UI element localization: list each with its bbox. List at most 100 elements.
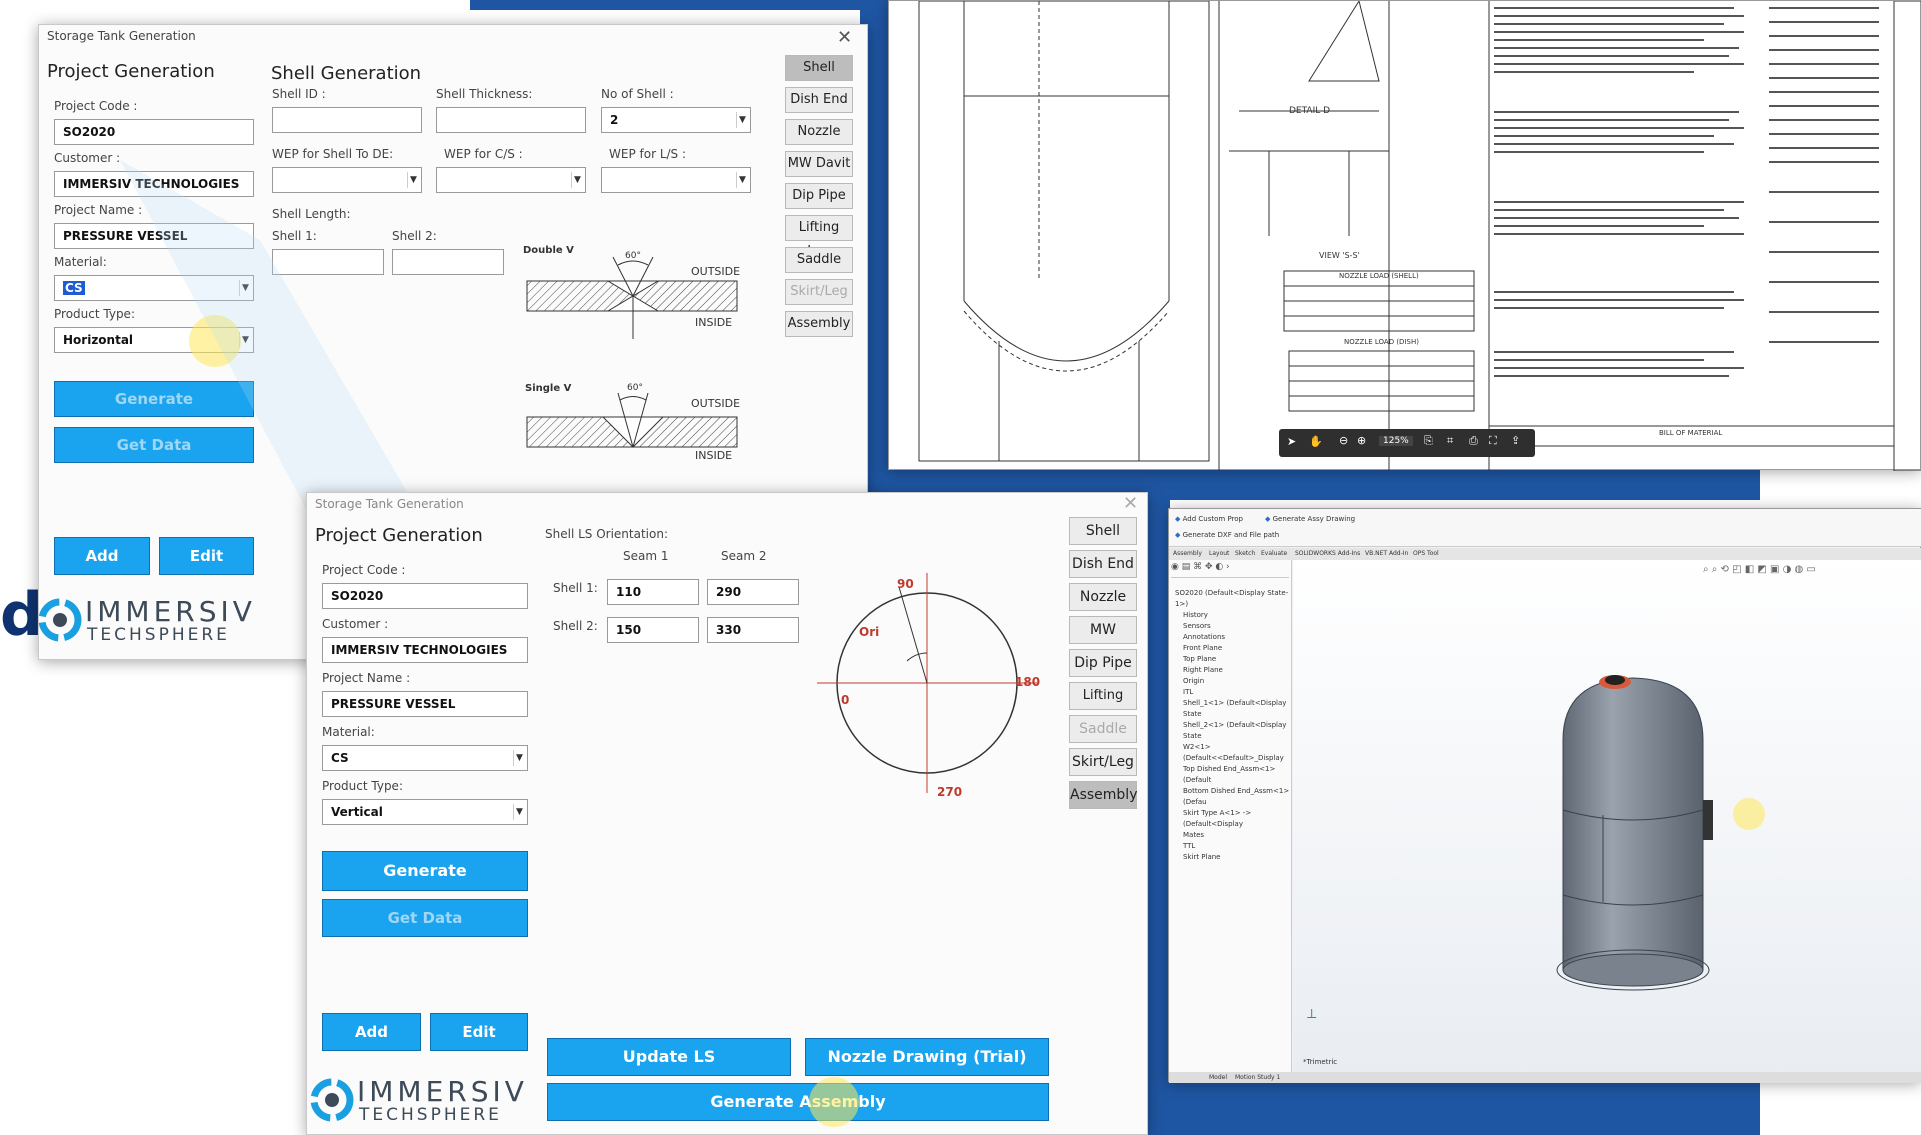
side-skirt-leg-button[interactable]: Skirt/Leg <box>1069 748 1137 776</box>
shell-2-seam-2-input[interactable]: 330 <box>707 617 799 643</box>
hand-icon[interactable]: ✋ <box>1309 435 1323 448</box>
shell-2-seam-1-input[interactable]: 150 <box>607 617 699 643</box>
tree-item[interactable]: Top Plane <box>1175 654 1291 665</box>
tree-toolbar: ◉ ▤ ⌘ ✥ ◐ › <box>1171 562 1289 578</box>
tab-sketch[interactable]: Sketch <box>1235 550 1255 557</box>
tab-evaluate[interactable]: Evaluate <box>1261 550 1287 557</box>
export-icon[interactable]: ⇪ <box>1511 434 1520 447</box>
side-dip-pipe-button[interactable]: Dip Pipe <box>1069 649 1137 677</box>
side-mw-davit-button[interactable]: MW Davit <box>1069 616 1137 664</box>
triad-icon: ⟂ <box>1307 1006 1317 1022</box>
side-nozzle-button[interactable]: Nozzle <box>785 119 853 145</box>
material-select[interactable]: CS ▼ <box>322 745 528 771</box>
chevron-down-icon[interactable]: ▼ <box>513 804 525 820</box>
generate-assy-drawing-button[interactable]: ◆ Generate Assy Drawing <box>1265 515 1355 523</box>
tree-item[interactable]: Annotations <box>1175 632 1291 643</box>
side-lifting-lug-button[interactable]: Lifting Lug <box>1069 682 1137 729</box>
zoom-in-icon[interactable]: ⊕ <box>1357 434 1366 447</box>
tree-item[interactable]: Bottom Dished End_Assm<1> (Defau <box>1175 786 1291 808</box>
add-custom-prop-button[interactable]: ◆ Add Custom Prop <box>1175 515 1243 523</box>
tree-item[interactable]: Origin <box>1175 676 1291 687</box>
chevron-down-icon[interactable]: ▼ <box>736 172 748 188</box>
deg-180-label: 180 <box>1015 675 1041 689</box>
get-data-button[interactable]: Get Data <box>322 899 528 937</box>
project-generation-heading: Project Generation <box>315 525 483 546</box>
tab-vbnet-addin[interactable]: VB.NET Add-In <box>1365 550 1408 557</box>
deg-270-label: 270 <box>937 785 963 799</box>
side-dip-pipe-button[interactable]: Dip Pipe <box>785 183 853 209</box>
product-type-select[interactable]: Vertical ▼ <box>322 799 528 825</box>
tree-item[interactable]: Skirt Plane <box>1175 852 1291 863</box>
generate-assembly-button[interactable]: Generate Assembly <box>547 1083 1049 1121</box>
nozzle-drawing-button[interactable]: Nozzle Drawing (Trial) <box>805 1038 1049 1076</box>
tree-item[interactable]: Shell_1<1> (Default<Display State <box>1175 698 1291 720</box>
shell-id-input[interactable] <box>272 107 422 133</box>
double-v-angle: 60° <box>625 251 641 261</box>
wep-ls-select[interactable]: ▼ <box>601 167 751 193</box>
project-code-input[interactable]: SO2020 <box>322 583 528 609</box>
orientation-circle-diagram <box>817 573 1037 793</box>
tree-item[interactable]: Skirt Type A<1> -> (Default<Display <box>1175 808 1291 830</box>
tab-motion-study[interactable]: Motion Study 1 <box>1235 1074 1280 1081</box>
drawing-sketch <box>918 1 1921 471</box>
project-code-input[interactable]: SO2020 <box>54 119 254 145</box>
side-saddle-button[interactable]: Saddle <box>785 247 853 273</box>
tree-item[interactable]: Top Dished End_Assm<1> (Default <box>1175 764 1291 786</box>
tree-item[interactable]: SO2020 (Default<Display State-1>) <box>1175 588 1291 610</box>
crop-icon[interactable]: ⌗ <box>1447 434 1453 448</box>
tab-assembly[interactable]: Assembly <box>1173 550 1202 557</box>
tab-layout[interactable]: Layout <box>1209 550 1229 557</box>
edit-button[interactable]: Edit <box>430 1013 528 1051</box>
chevron-down-icon[interactable]: ▼ <box>736 112 748 128</box>
side-dish-end-button[interactable]: Dish End <box>1069 550 1137 578</box>
command-tabs: Assembly Layout Sketch Evaluate SOLIDWOR… <box>1169 548 1921 560</box>
side-assembly-button[interactable]: Assembly <box>785 311 853 337</box>
tree-item[interactable]: Mates <box>1175 830 1291 841</box>
tree-item[interactable]: Sensors <box>1175 621 1291 632</box>
tree-item[interactable]: Shell_2<1> (Default<Display State <box>1175 720 1291 742</box>
chevron-down-icon[interactable]: ▼ <box>571 172 583 188</box>
graphics-area[interactable]: ⌕ ⌕ ⟲ ◰ ◧ ◩ ▣ ◑ ◍ ▭ ⟂ *Trimetric <box>1293 560 1921 1072</box>
tree-item[interactable]: W2<1> (Default<<Default>_Display <box>1175 742 1291 764</box>
side-skirt-leg-button[interactable]: Skirt/Leg <box>785 279 853 305</box>
tab-solidworks-addins[interactable]: SOLIDWORKS Add-Ins <box>1295 550 1360 557</box>
side-dish-end-button[interactable]: Dish End <box>785 87 853 113</box>
wep-cs-label: WEP for C/S : <box>444 147 523 161</box>
shell-thickness-input[interactable] <box>436 107 586 133</box>
zoom-out-icon[interactable]: ⊖ <box>1339 434 1348 447</box>
side-mw-davit-button[interactable]: MW Davit <box>785 151 853 177</box>
fullscreen-icon[interactable]: ⛶ <box>1489 434 1497 448</box>
page-icon[interactable]: ⎘ <box>1424 434 1433 448</box>
side-shell-button[interactable]: Shell <box>785 55 853 81</box>
customer-input[interactable]: IMMERSIV TECHNOLOGIES <box>322 637 528 663</box>
window-title: Storage Tank Generation <box>315 497 464 511</box>
shell-1-seam-2-input[interactable]: 290 <box>707 579 799 605</box>
close-icon[interactable]: ✕ <box>1123 493 1138 514</box>
tree-item[interactable]: TTL <box>1175 841 1291 852</box>
close-icon[interactable]: ✕ <box>837 27 852 48</box>
zoom-level[interactable]: 125% <box>1379 436 1413 446</box>
update-ls-button[interactable]: Update LS <box>547 1038 791 1076</box>
side-nozzle-button[interactable]: Nozzle <box>1069 583 1137 611</box>
print-icon[interactable]: ⎙ <box>1469 434 1478 448</box>
tree-item[interactable]: History <box>1175 610 1291 621</box>
tab-ops-tool[interactable]: OPS Tool <box>1413 550 1439 557</box>
project-name-input[interactable]: PRESSURE VESSEL <box>322 691 528 717</box>
add-button[interactable]: Add <box>322 1013 421 1051</box>
generate-dxf-button[interactable]: ◆ Generate DXF and File path <box>1175 531 1279 539</box>
view-toolbar: ⌕ ⌕ ⟲ ◰ ◧ ◩ ▣ ◑ ◍ ▭ <box>1703 564 1816 575</box>
generate-button[interactable]: Generate <box>322 851 528 891</box>
shell-1-seam-1-input[interactable]: 110 <box>607 579 699 605</box>
chevron-down-icon[interactable]: ▼ <box>513 750 525 766</box>
tree-item[interactable]: ITL <box>1175 687 1291 698</box>
tab-model[interactable]: Model <box>1209 1074 1227 1081</box>
side-lifting-lug-button[interactable]: Lifting Lug <box>785 215 853 259</box>
side-assembly-button[interactable]: Assembly <box>1069 781 1137 809</box>
side-saddle-button[interactable]: Saddle <box>1069 715 1137 743</box>
no-of-shell-select[interactable]: 2 ▼ <box>601 107 751 133</box>
side-shell-button[interactable]: Shell <box>1069 517 1137 545</box>
pointer-icon[interactable]: ➤ <box>1287 435 1296 448</box>
tree-item[interactable]: Right Plane <box>1175 665 1291 676</box>
single-v-outside: OUTSIDE <box>691 397 741 410</box>
tree-item[interactable]: Front Plane <box>1175 643 1291 654</box>
